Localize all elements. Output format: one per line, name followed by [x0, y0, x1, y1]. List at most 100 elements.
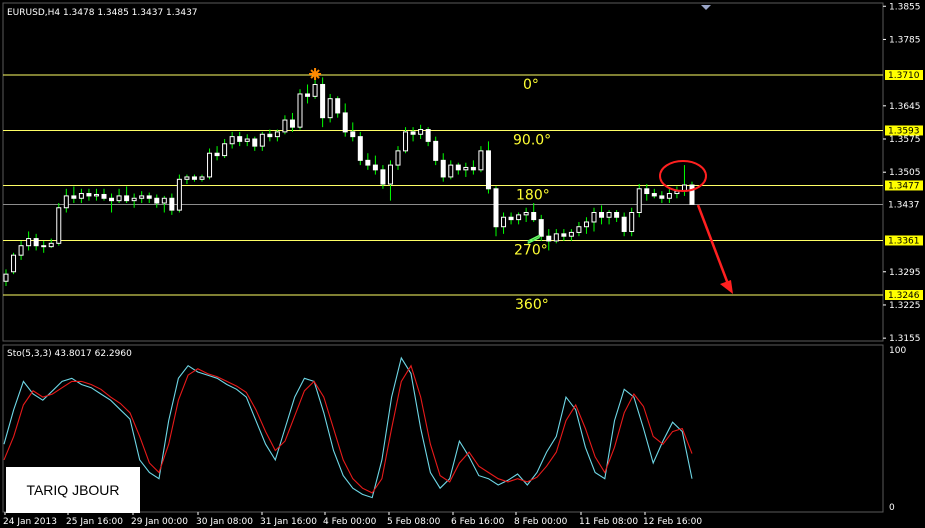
candle-body	[553, 233, 559, 242]
gann-angle-label: 180°	[516, 187, 550, 203]
candle-body	[387, 164, 393, 185]
candle-body	[478, 150, 484, 171]
candle-body	[629, 212, 635, 232]
candle-body	[3, 273, 9, 282]
price-tick-label: 1.3295	[889, 268, 921, 278]
candle-body	[493, 188, 499, 228]
candle-body	[207, 152, 213, 178]
candle-body	[26, 238, 32, 247]
candle-body	[56, 207, 62, 244]
candle-body	[146, 195, 152, 199]
candle-body	[614, 212, 620, 218]
time-tick-label: 25 Jan 16:00	[66, 517, 123, 527]
candle-body	[568, 231, 574, 237]
stoch-label: Sto(5,3,3) 43.8017 62.2960	[7, 349, 132, 359]
candle-body	[651, 193, 657, 197]
candle-body	[463, 166, 469, 171]
candle-body	[403, 131, 409, 152]
candle-body	[93, 193, 99, 197]
candle-body	[516, 214, 522, 221]
time-tick-label: 29 Jan 00:00	[131, 517, 188, 527]
candle-body	[18, 245, 24, 256]
candle-body	[335, 98, 341, 114]
candle-body	[320, 83, 326, 119]
stoch-tick-label: 0	[889, 503, 895, 513]
candle-body	[169, 197, 175, 211]
candle-body	[380, 169, 386, 185]
candle-body	[237, 136, 243, 142]
candle-body	[659, 195, 665, 199]
time-tick-label: 6 Feb 16:00	[451, 517, 505, 527]
current-price-label: 1.3437	[888, 200, 920, 210]
price-tick-label: 1.3505	[889, 168, 921, 178]
candle-body	[546, 235, 552, 242]
candle-body	[425, 129, 431, 142]
candle-body	[501, 216, 507, 228]
gann-price-label: 1.3477	[888, 181, 920, 191]
time-tick-label: 30 Jan 08:00	[196, 517, 253, 527]
candle-body	[583, 221, 589, 228]
candle-body	[297, 93, 303, 128]
time-tick-label: 31 Jan 16:00	[260, 517, 317, 527]
candle-body	[63, 195, 69, 209]
scroll-marker-icon	[701, 5, 711, 10]
candle-body	[244, 138, 250, 142]
gann-angle-label: 0°	[523, 77, 539, 93]
candle-body	[282, 119, 288, 133]
candle-body	[372, 164, 378, 171]
time-tick-label: 4 Feb 00:00	[323, 517, 377, 527]
time-tick-label: 8 Feb 00:00	[514, 517, 568, 527]
candle-body	[161, 197, 167, 204]
candle-body	[176, 178, 182, 211]
candles	[3, 74, 695, 286]
candle-body	[199, 176, 205, 180]
candle-body	[606, 212, 612, 218]
candle-body	[124, 195, 130, 202]
candle-body	[470, 166, 476, 171]
candle-body	[184, 176, 190, 180]
candle-body	[101, 193, 107, 199]
candle-body	[621, 216, 627, 232]
candle-body	[666, 193, 672, 199]
candle-body	[591, 212, 597, 223]
time-tick-label: 12 Feb 16:00	[643, 517, 702, 527]
candle-body	[78, 193, 84, 199]
candle-body	[48, 242, 54, 248]
candle-body	[289, 119, 295, 128]
price-tick-label: 1.3855	[889, 2, 921, 12]
gann-angle-label: 90.0°	[513, 132, 551, 148]
gann-price-label: 1.3246	[888, 291, 920, 301]
candle-body	[410, 131, 416, 135]
candle-body	[139, 195, 145, 199]
candle-body	[455, 164, 461, 171]
candle-body	[523, 212, 529, 216]
gann-angle-label: 360°	[515, 297, 549, 313]
candle-body	[538, 219, 544, 237]
gann-levels: 1.37100°1.359390.0°1.3477180°1.3361270°1…	[3, 70, 923, 313]
candle-body	[508, 216, 514, 221]
candle-body	[448, 164, 454, 178]
candle-body	[154, 197, 160, 204]
candle-body	[229, 136, 235, 145]
candle-body	[116, 195, 122, 202]
candle-body	[214, 152, 220, 157]
candle-body	[485, 150, 491, 190]
candle-body	[71, 195, 77, 199]
axes: 1.3855 1.3785 1.3645 1.3575 1.3505 1.3295 1.32…	[3, 2, 921, 527]
candle-body	[305, 93, 311, 97]
price-tick-label: 1.3225	[889, 301, 921, 311]
time-tick-label: 5 Feb 08:00	[387, 517, 441, 527]
candle-body	[531, 212, 537, 221]
gann-angle-label: 270°	[514, 242, 548, 258]
price-tick-label: 1.3155	[889, 334, 921, 344]
star-marker-icon	[309, 68, 322, 81]
candle-body	[576, 226, 582, 233]
stoch-tick-label: 100	[889, 346, 906, 356]
candle-body	[433, 140, 439, 161]
gann-price-label: 1.3710	[888, 71, 920, 81]
candle-body	[365, 159, 371, 166]
candle-body	[33, 238, 39, 247]
time-tick-label: 11 Feb 08:00	[579, 517, 638, 527]
candle-body	[109, 197, 115, 202]
symbol-info: EURUSD,H4 1.3478 1.3485 1.3437 1.3437	[7, 8, 198, 18]
